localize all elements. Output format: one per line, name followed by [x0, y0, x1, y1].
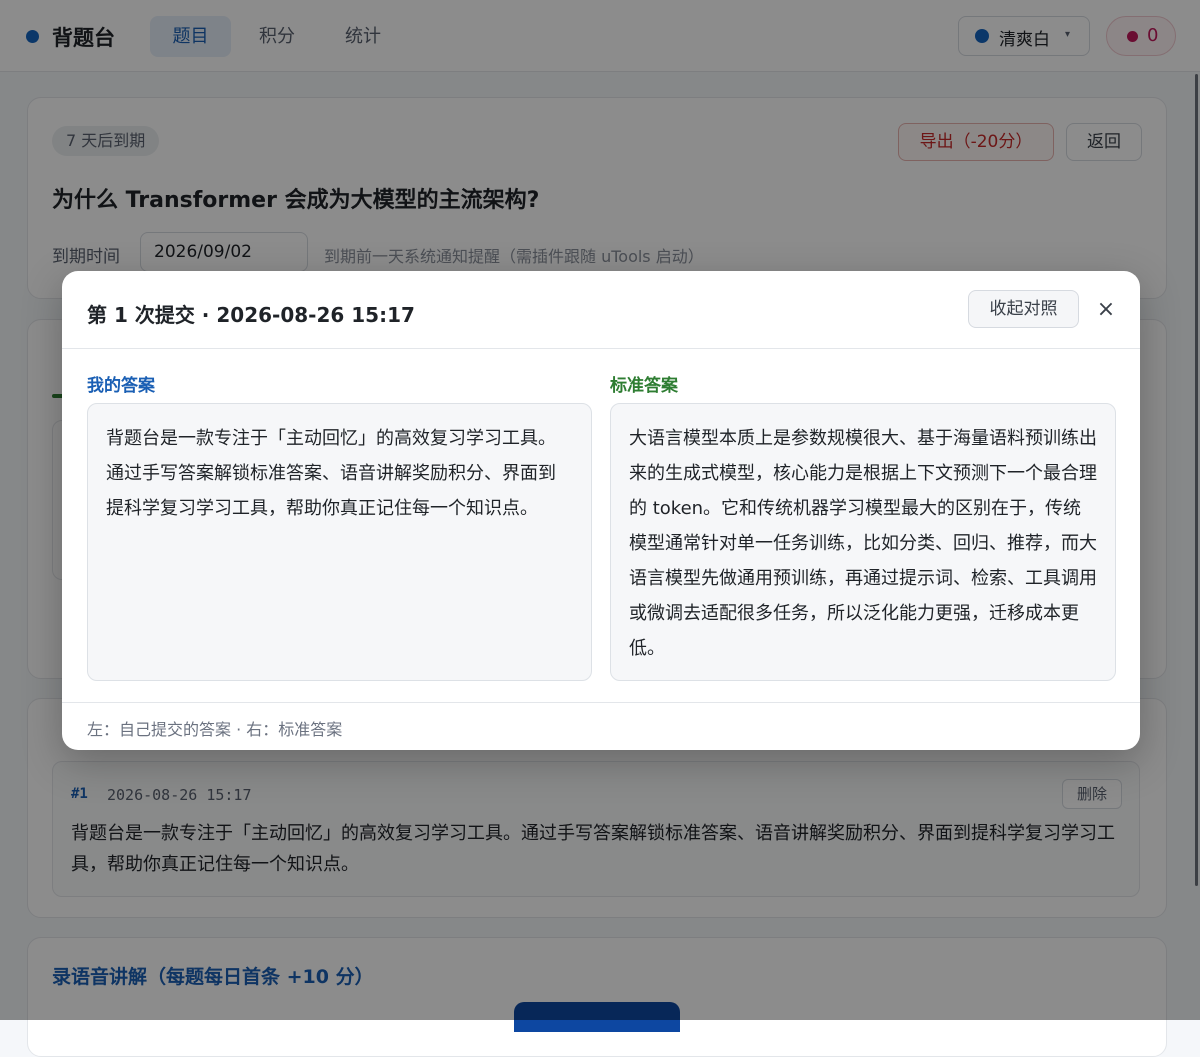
- compare-modal: 第 1 次提交 · 2026-08-26 15:17 收起对照 × 我的答案 标…: [62, 271, 1140, 750]
- modal-header-divider: [62, 348, 1140, 349]
- standard-answer-box: 大语言模型本质上是参数规模很大、基于海量语料预训练出来的生成式模型，核心能力是根…: [610, 403, 1116, 681]
- standard-answer-label: 标准答案: [610, 376, 678, 396]
- modal-footer-divider: [62, 702, 1140, 703]
- modal-title: 第 1 次提交 · 2026-08-26 15:17: [87, 303, 415, 327]
- collapse-compare-button[interactable]: 收起对照: [968, 290, 1079, 328]
- scrollbar[interactable]: [1195, 74, 1198, 886]
- modal-footer-hint: 左：自己提交的答案 · 右：标准答案: [87, 720, 343, 739]
- close-icon[interactable]: ×: [1096, 297, 1116, 323]
- my-answer-label: 我的答案: [87, 376, 155, 396]
- my-answer-box: 背题台是一款专注于「主动回忆」的高效复习学习工具。通过手写答案解锁标准答案、语音…: [87, 403, 592, 681]
